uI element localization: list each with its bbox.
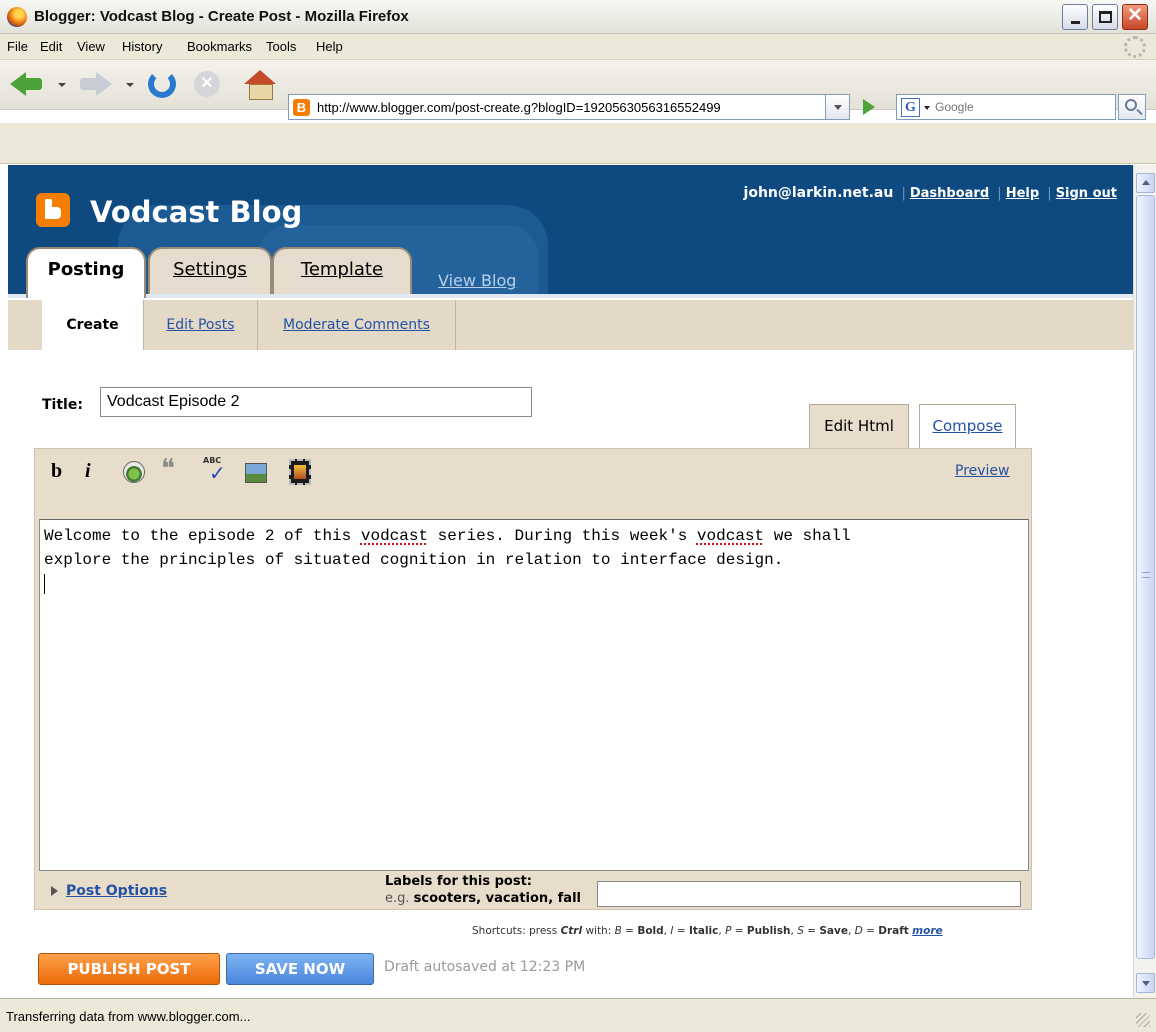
status-text: Transferring data from www.blogger.com..… <box>6 1009 251 1024</box>
blogger-logo-icon[interactable] <box>36 193 70 227</box>
menu-help[interactable]: Help <box>316 39 343 54</box>
close-icon: ✕ <box>1127 5 1143 26</box>
window-titlebar: Blogger: Vodcast Blog - Create Post - Mo… <box>0 0 1156 34</box>
dashboard-link[interactable]: Dashboard <box>910 186 989 201</box>
window-title: Blogger: Vodcast Blog - Create Post - Mo… <box>34 8 409 25</box>
menu-tools[interactable]: Tools <box>266 39 296 54</box>
vertical-scrollbar[interactable] <box>1133 165 1156 998</box>
tab-template[interactable]: Template <box>272 247 412 298</box>
go-button[interactable] <box>858 96 880 118</box>
save-now-button[interactable]: SAVE NOW <box>226 953 374 985</box>
magnifier-icon <box>1125 99 1137 111</box>
scroll-up-button[interactable] <box>1136 173 1155 193</box>
preview-link[interactable]: Preview <box>955 463 1010 479</box>
address-url: http://www.blogger.com/post-create.g?blo… <box>317 100 721 115</box>
text-caret <box>44 573 45 594</box>
tab-settings[interactable]: Settings <box>148 247 272 298</box>
autosave-status: Draft autosaved at 12:23 PM <box>384 959 586 975</box>
more-shortcuts-link[interactable]: more <box>912 925 942 937</box>
forward-button[interactable] <box>80 68 120 100</box>
resize-grip-icon[interactable] <box>1136 1013 1150 1027</box>
activity-throbber-icon <box>1124 36 1146 58</box>
stop-button[interactable]: ✕ <box>192 68 222 100</box>
sign-out-link[interactable]: Sign out <box>1056 186 1117 201</box>
maximize-icon <box>1099 11 1112 23</box>
body-text: series. During this week's <box>428 527 697 545</box>
labels-title: Labels for this post: <box>385 874 532 889</box>
firefox-icon <box>7 7 27 27</box>
maximize-button[interactable] <box>1092 4 1118 30</box>
forward-history-dropdown[interactable] <box>126 83 134 87</box>
header-divider <box>8 294 1133 298</box>
post-body-textarea[interactable]: Welcome to the episode 2 of this vodcast… <box>39 519 1029 871</box>
bold-button[interactable]: b <box>51 459 62 483</box>
chevron-up-icon <box>1142 180 1150 185</box>
page-viewport: Vodcast Blog john@larkin.net.au | Dashboa… <box>8 165 1133 998</box>
insert-image-icon[interactable] <box>245 463 267 483</box>
insert-video-icon[interactable] <box>289 459 311 485</box>
labels-input[interactable] <box>597 881 1021 907</box>
menu-bookmarks[interactable]: Bookmarks <box>187 39 252 54</box>
tab-posting[interactable]: Posting <box>26 247 146 298</box>
menu-bar: File Edit View History Bookmarks Tools H… <box>0 34 1156 60</box>
post-title-label: Title: <box>42 397 83 413</box>
blockquote-icon[interactable]: ❝ <box>161 456 175 482</box>
chevron-down-icon <box>1142 981 1150 986</box>
search-engine-dropdown-icon[interactable] <box>924 106 930 110</box>
close-window-button[interactable]: ✕ <box>1122 4 1148 30</box>
menu-history[interactable]: History <box>122 39 162 54</box>
grip-icon <box>1142 572 1150 578</box>
subtab-create[interactable]: Create <box>42 300 144 350</box>
tab-compose[interactable]: Compose <box>919 404 1016 448</box>
status-bar: Transferring data from www.blogger.com..… <box>0 998 1156 1032</box>
post-title-input[interactable] <box>100 387 532 417</box>
menu-file[interactable]: File <box>7 39 28 54</box>
menu-edit[interactable]: Edit <box>40 39 62 54</box>
body-text: Welcome to the episode 2 of this <box>44 527 361 545</box>
minimize-button[interactable] <box>1062 4 1088 30</box>
user-email: john@larkin.net.au <box>743 185 894 201</box>
blogger-favicon-icon: B <box>293 99 310 116</box>
user-links: john@larkin.net.au | Dashboard | Help | Sig… <box>743 185 1117 201</box>
italic-button[interactable]: i <box>85 459 91 483</box>
blogger-header: Vodcast Blog john@larkin.net.au | Dashboa… <box>8 165 1133 298</box>
keyboard-shortcuts-hint: Shortcuts: press Ctrl with: B = Bold, I … <box>472 925 943 937</box>
blog-name: Vodcast Blog <box>90 195 303 229</box>
post-editor: b i ❝ ABC Preview Welcome to the episode… <box>34 448 1032 910</box>
misspelled-word: vodcast <box>360 527 429 545</box>
minimize-icon <box>1071 21 1080 24</box>
menu-view[interactable]: View <box>77 39 105 54</box>
misspelled-word: vodcast <box>696 527 765 545</box>
reload-icon <box>148 70 176 98</box>
address-history-dropdown[interactable] <box>826 94 850 120</box>
spellcheck-icon[interactable]: ABC <box>203 457 229 481</box>
go-arrow-icon <box>863 99 875 115</box>
chevron-down-icon <box>834 105 842 110</box>
link-icon[interactable] <box>123 461 145 483</box>
back-history-dropdown[interactable] <box>58 83 66 87</box>
back-button[interactable] <box>10 68 50 100</box>
posting-subnav: Create Edit Posts Moderate Comments <box>8 300 1133 350</box>
publish-post-button[interactable]: PUBLISH POST <box>38 953 220 985</box>
search-input[interactable] <box>935 98 1111 116</box>
subtab-moderate-comments[interactable]: Moderate Comments <box>258 300 456 350</box>
search-button[interactable] <box>1118 94 1146 120</box>
help-link[interactable]: Help <box>1006 186 1039 201</box>
address-bar[interactable]: B http://www.blogger.com/post-create.g?b… <box>288 94 826 120</box>
reload-button[interactable] <box>146 68 178 100</box>
bookmarks-toolbar <box>0 123 1156 164</box>
subtab-edit-posts[interactable]: Edit Posts <box>144 300 258 350</box>
scroll-thumb[interactable] <box>1136 195 1155 959</box>
scroll-down-button[interactable] <box>1136 973 1155 993</box>
home-button[interactable] <box>244 68 276 100</box>
post-options-toggle[interactable]: Post Options <box>51 883 167 899</box>
editor-footer: Post Options Labels for this post: e.g. … <box>35 871 1031 909</box>
tab-edit-html[interactable]: Edit Html <box>809 404 909 448</box>
search-box: G <box>896 94 1116 120</box>
view-blog-link[interactable]: View Blog <box>438 271 516 290</box>
google-engine-icon[interactable]: G <box>901 98 920 117</box>
stop-icon: ✕ <box>194 71 220 97</box>
labels-example: e.g. scooters, vacation, fall <box>385 891 581 906</box>
